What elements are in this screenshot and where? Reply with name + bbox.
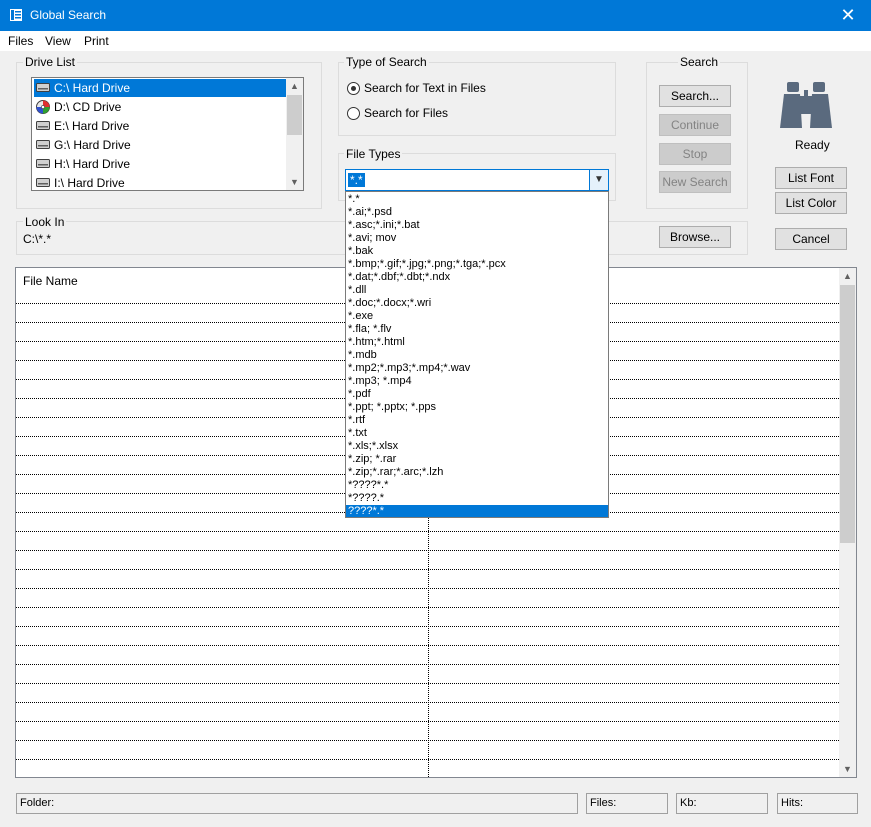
stop-button[interactable]: Stop	[659, 143, 731, 165]
app-list-icon	[10, 9, 22, 21]
title-bar[interactable]: Global Search ✕	[0, 0, 871, 31]
hard-drive-icon	[36, 159, 50, 168]
file-type-option[interactable]: *.zip;*.rar;*.arc;*.lzh	[346, 466, 608, 479]
menu-view[interactable]: View	[45, 34, 71, 48]
radio-unchecked-icon	[347, 107, 360, 120]
file-types-selected: *.*	[348, 173, 365, 187]
hard-drive-icon	[36, 178, 50, 187]
file-list-scroll-thumb[interactable]	[840, 285, 855, 543]
drive-item-label: C:\ Hard Drive	[54, 81, 131, 95]
scroll-down-icon[interactable]: ▼	[839, 761, 856, 777]
drive-item-label: E:\ Hard Drive	[54, 119, 130, 133]
file-type-option[interactable]: *.exe	[346, 310, 608, 323]
menu-print[interactable]: Print	[84, 34, 109, 48]
continue-button[interactable]: Continue	[659, 114, 731, 136]
file-types-dropdown[interactable]: *.* *.ai;*.psd *.asc;*.ini;*.bat *.avi; …	[345, 191, 609, 518]
close-button[interactable]: ✕	[825, 0, 871, 31]
radio-search-files-label: Search for Files	[364, 106, 449, 120]
browse-button[interactable]: Browse...	[659, 226, 731, 248]
file-type-option[interactable]: *.fla; *.flv	[346, 323, 608, 336]
status-kb: Kb:	[676, 793, 768, 814]
file-type-option[interactable]: *.dat;*.dbf;*.dbt;*.ndx	[346, 271, 608, 284]
drive-item-i[interactable]: I:\ Hard Drive	[34, 174, 288, 190]
drive-item-g[interactable]: G:\ Hard Drive	[34, 136, 288, 154]
file-type-option[interactable]: *.htm;*.html	[346, 336, 608, 349]
file-type-option[interactable]: *.xls;*.xlsx	[346, 440, 608, 453]
drive-item-e[interactable]: E:\ Hard Drive	[34, 117, 288, 135]
file-type-option[interactable]: *.ai;*.psd	[346, 206, 608, 219]
look-in-path: C:\*.*	[23, 232, 52, 246]
file-type-option[interactable]: *.txt	[346, 427, 608, 440]
close-icon: ✕	[840, 5, 856, 25]
scroll-up-icon[interactable]: ▲	[839, 268, 856, 284]
drive-listbox[interactable]: C:\ Hard Drive D:\ CD Drive E:\ Hard Dri…	[31, 77, 304, 191]
list-font-button[interactable]: List Font	[775, 167, 847, 189]
drive-item-label: D:\ CD Drive	[54, 100, 122, 114]
window-title: Global Search	[30, 8, 107, 22]
file-type-option[interactable]: *.ppt; *.pptx; *.pps	[346, 401, 608, 414]
list-color-button[interactable]: List Color	[775, 192, 847, 214]
type-of-search-group	[338, 62, 616, 136]
file-type-option[interactable]: *????*.*	[346, 479, 608, 492]
file-type-option[interactable]: *.asc;*.ini;*.bat	[346, 219, 608, 232]
drive-list-label: Drive List	[23, 55, 78, 69]
file-type-option[interactable]: *.pdf	[346, 388, 608, 401]
search-group-label: Search	[678, 55, 721, 69]
file-type-option[interactable]: *.doc;*.docx;*.wri	[346, 297, 608, 310]
chevron-down-icon[interactable]: ▼	[589, 170, 608, 190]
drive-item-c[interactable]: C:\ Hard Drive	[34, 79, 288, 97]
radio-checked-icon	[347, 82, 360, 95]
file-type-option[interactable]: *.rtf	[346, 414, 608, 427]
radio-search-text-label: Search for Text in Files	[364, 81, 486, 95]
menu-bar: Files View Print	[0, 31, 871, 51]
status-hits: Hits:	[777, 793, 858, 814]
file-type-option[interactable]: *.mdb	[346, 349, 608, 362]
global-search-window: Global Search ✕ Files View Print Drive L…	[0, 0, 871, 827]
file-list-scrollbar[interactable]: ▲ ▼	[839, 268, 856, 777]
cancel-button[interactable]: Cancel	[775, 228, 847, 250]
file-type-option[interactable]: *.mp3; *.mp4	[346, 375, 608, 388]
hard-drive-icon	[36, 83, 50, 92]
drive-item-label: G:\ Hard Drive	[54, 138, 131, 152]
file-name-column-header[interactable]: File Name	[23, 274, 78, 288]
scroll-down-icon[interactable]: ▼	[286, 174, 303, 190]
file-type-option[interactable]: *.avi; mov	[346, 232, 608, 245]
drive-item-h[interactable]: H:\ Hard Drive	[34, 155, 288, 173]
drive-list-scrollbar[interactable]: ▲ ▼	[286, 78, 303, 190]
hard-drive-icon	[36, 121, 50, 130]
drive-item-label: H:\ Hard Drive	[54, 157, 131, 171]
drive-item-label: I:\ Hard Drive	[54, 176, 125, 190]
hard-drive-icon	[36, 140, 50, 149]
file-type-option[interactable]: *????.*	[346, 492, 608, 505]
status-files: Files:	[586, 793, 668, 814]
file-type-option-highlighted[interactable]: ????*.*	[346, 505, 608, 517]
menu-files[interactable]: Files	[8, 34, 33, 48]
file-types-label: File Types	[344, 147, 403, 161]
file-type-option[interactable]: *.zip; *.rar	[346, 453, 608, 466]
look-in-label: Look In	[23, 215, 67, 229]
drive-item-d[interactable]: D:\ CD Drive	[34, 98, 288, 116]
file-type-option[interactable]: *.mp2;*.mp3;*.mp4;*.wav	[346, 362, 608, 375]
status-ready: Ready	[795, 138, 830, 152]
scroll-up-icon[interactable]: ▲	[286, 78, 303, 94]
file-types-combobox[interactable]: *.* ▼	[345, 169, 609, 191]
type-of-search-label: Type of Search	[344, 55, 429, 69]
file-type-option[interactable]: *.bak	[346, 245, 608, 258]
new-search-button[interactable]: New Search	[659, 171, 731, 193]
file-type-option[interactable]: *.dll	[346, 284, 608, 297]
file-type-option[interactable]: *.bmp;*.gif;*.jpg;*.png;*.tga;*.pcx	[346, 258, 608, 271]
file-type-option[interactable]: *.*	[346, 193, 608, 206]
search-button[interactable]: Search...	[659, 85, 731, 107]
drive-list-scroll-thumb[interactable]	[287, 95, 302, 135]
binoculars-icon	[780, 82, 832, 128]
cd-drive-icon	[36, 100, 50, 114]
status-folder: Folder:	[16, 793, 578, 814]
